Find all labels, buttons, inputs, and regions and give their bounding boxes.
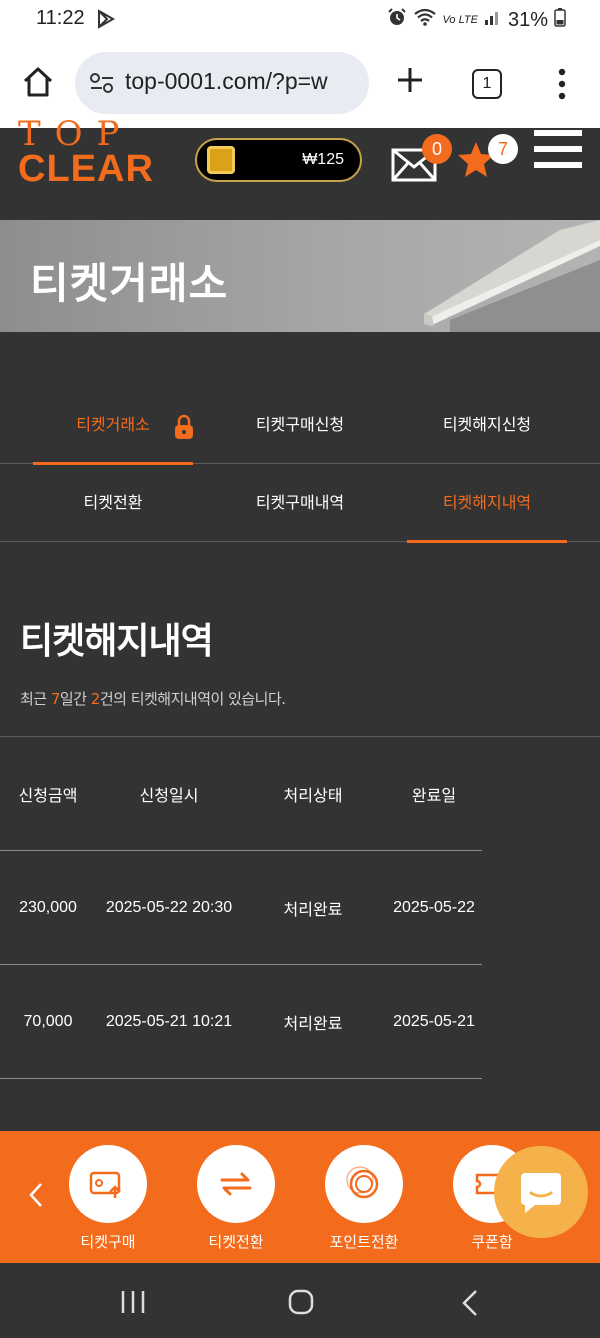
status-bar: 11:22 Vo LTE 31% xyxy=(0,0,600,40)
lock-icon xyxy=(174,414,194,444)
site-logo[interactable]: CLEAR xyxy=(18,148,154,191)
battery-icon xyxy=(554,7,566,33)
wifi-icon xyxy=(413,7,437,33)
cell-request-datetime: 2025-05-21 10:21 xyxy=(105,1012,233,1030)
history-summary: 최근 7일간 2건의 티켓해지내역이 있습니다. xyxy=(20,688,286,709)
cell-amount: 70,000 xyxy=(23,1012,73,1030)
header-request-datetime: 신청일시 xyxy=(139,785,199,805)
home-circle-icon[interactable] xyxy=(287,1289,315,1319)
chat-icon xyxy=(521,1173,561,1213)
header-status: 처리상태 xyxy=(283,785,343,805)
coin-icon xyxy=(207,146,235,174)
signal-icon xyxy=(484,8,502,32)
cell-amount: 230,000 xyxy=(19,898,77,916)
chevron-left-icon[interactable] xyxy=(28,1181,44,1213)
browser-menu-button[interactable] xyxy=(548,66,576,102)
quick-nav-ticket-exchange[interactable]: 티켓전환 xyxy=(196,1145,276,1252)
tab-row-1: 티켓거래소 티켓구매신청 티켓해지신청 xyxy=(0,386,600,465)
wallet-balance[interactable]: ₩125 xyxy=(195,138,362,182)
quick-nav-ticket-buy[interactable]: 티켓구매 xyxy=(68,1145,148,1252)
mail-count-badge: 0 xyxy=(422,134,452,164)
summary-text: 일간 xyxy=(59,690,91,708)
tab-ticket-purchase-request[interactable]: 티켓구매신청 xyxy=(220,386,380,464)
banner-title: 티켓거래소 xyxy=(30,259,229,308)
tab-switcher-button[interactable]: 1 xyxy=(472,69,502,99)
coins-icon xyxy=(325,1145,403,1223)
wallet-amount: ₩125 xyxy=(302,151,344,168)
exchange-icon xyxy=(197,1145,275,1223)
lte-indicator: Vo LTE xyxy=(442,14,478,26)
summary-text: 건의 티켓해지내역이 있습니다. xyxy=(99,690,286,708)
plus-icon xyxy=(398,68,422,92)
tab-ticket-purchase-history[interactable]: 티켓구매내역 xyxy=(220,464,380,542)
tab-ticket-exchange[interactable]: 티켓거래소 xyxy=(33,386,193,465)
active-tab-indicator xyxy=(407,540,567,543)
address-bar[interactable]: top-0001.com/?p=w xyxy=(75,52,369,114)
ticket-buy-icon xyxy=(69,1145,147,1223)
alarm-icon xyxy=(387,7,407,33)
tab-label: 티켓해지내역 xyxy=(442,493,532,512)
quick-nav-label: 티켓전환 xyxy=(208,1233,264,1251)
banner-decoration xyxy=(424,220,600,332)
table-row: 70,000 2025-05-21 10:21 처리완료 2025-05-21 xyxy=(0,965,482,1079)
play-store-icon xyxy=(96,9,116,33)
cancel-history-table: 신청금액 신청일시 처리상태 완료일 230,000 2025-05-22 20… xyxy=(0,737,482,1079)
quick-nav-label: 포인트전환 xyxy=(329,1233,399,1251)
tab-label: 티켓구매신청 xyxy=(255,415,345,434)
battery-text: 31% xyxy=(507,8,548,31)
url-text[interactable]: top-0001.com/?p=w xyxy=(125,68,361,95)
cell-completed-date: 2025-05-21 xyxy=(393,1012,475,1030)
tab-label: 티켓구매내역 xyxy=(255,493,345,512)
cell-request-datetime: 2025-05-22 20:30 xyxy=(105,898,233,916)
tab-ticket-cancel-request[interactable]: 티켓해지신청 xyxy=(407,386,567,464)
favorites-count-badge: 7 xyxy=(488,134,518,164)
more-vertical-icon xyxy=(558,68,566,100)
chat-button[interactable] xyxy=(494,1146,588,1238)
back-icon[interactable] xyxy=(460,1289,480,1321)
tab-label: 티켓거래소 xyxy=(76,415,150,434)
tab-row-2: 티켓전환 티켓구매내역 티켓해지내역 xyxy=(0,464,600,543)
hamburger-menu-icon[interactable] xyxy=(534,130,582,170)
summary-count: 2 xyxy=(90,690,101,708)
site-header: TOP CLEAR ₩125 0 7 xyxy=(0,114,600,220)
summary-text: 최근 xyxy=(20,690,51,708)
tab-label: 티켓전환 xyxy=(83,493,143,512)
cell-status: 처리완료 xyxy=(283,1013,343,1033)
summary-days: 7 xyxy=(50,690,61,708)
quick-nav-label: 쿠폰함 xyxy=(471,1233,513,1251)
table-header-row: 신청금액 신청일시 처리상태 완료일 xyxy=(0,737,482,851)
quick-nav-point-conversion[interactable]: 포인트전환 xyxy=(324,1145,404,1252)
tab-ticket-conversion[interactable]: 티켓전환 xyxy=(33,464,193,542)
table-row: 230,000 2025-05-22 20:30 처리완료 2025-05-22 xyxy=(0,851,482,965)
status-time: 11:22 xyxy=(36,7,85,29)
site-settings-icon[interactable] xyxy=(89,72,115,98)
cell-completed-date: 2025-05-22 xyxy=(393,898,475,916)
home-icon xyxy=(23,67,53,97)
home-button[interactable] xyxy=(20,64,56,100)
header-amount: 신청금액 xyxy=(18,785,78,805)
page-title: 티켓해지내역 xyxy=(20,621,214,662)
tab-label: 티켓해지신청 xyxy=(442,415,532,434)
cell-status: 처리완료 xyxy=(283,899,343,919)
tab-ticket-cancel-history[interactable]: 티켓해지내역 xyxy=(407,464,567,543)
page-banner: 티켓거래소 xyxy=(0,220,600,332)
recents-icon[interactable] xyxy=(120,1289,146,1319)
new-tab-button[interactable] xyxy=(394,64,426,96)
header-completed-date: 완료일 xyxy=(411,785,457,805)
system-nav-bar xyxy=(0,1263,600,1338)
quick-nav-label: 티켓구매 xyxy=(80,1233,136,1251)
